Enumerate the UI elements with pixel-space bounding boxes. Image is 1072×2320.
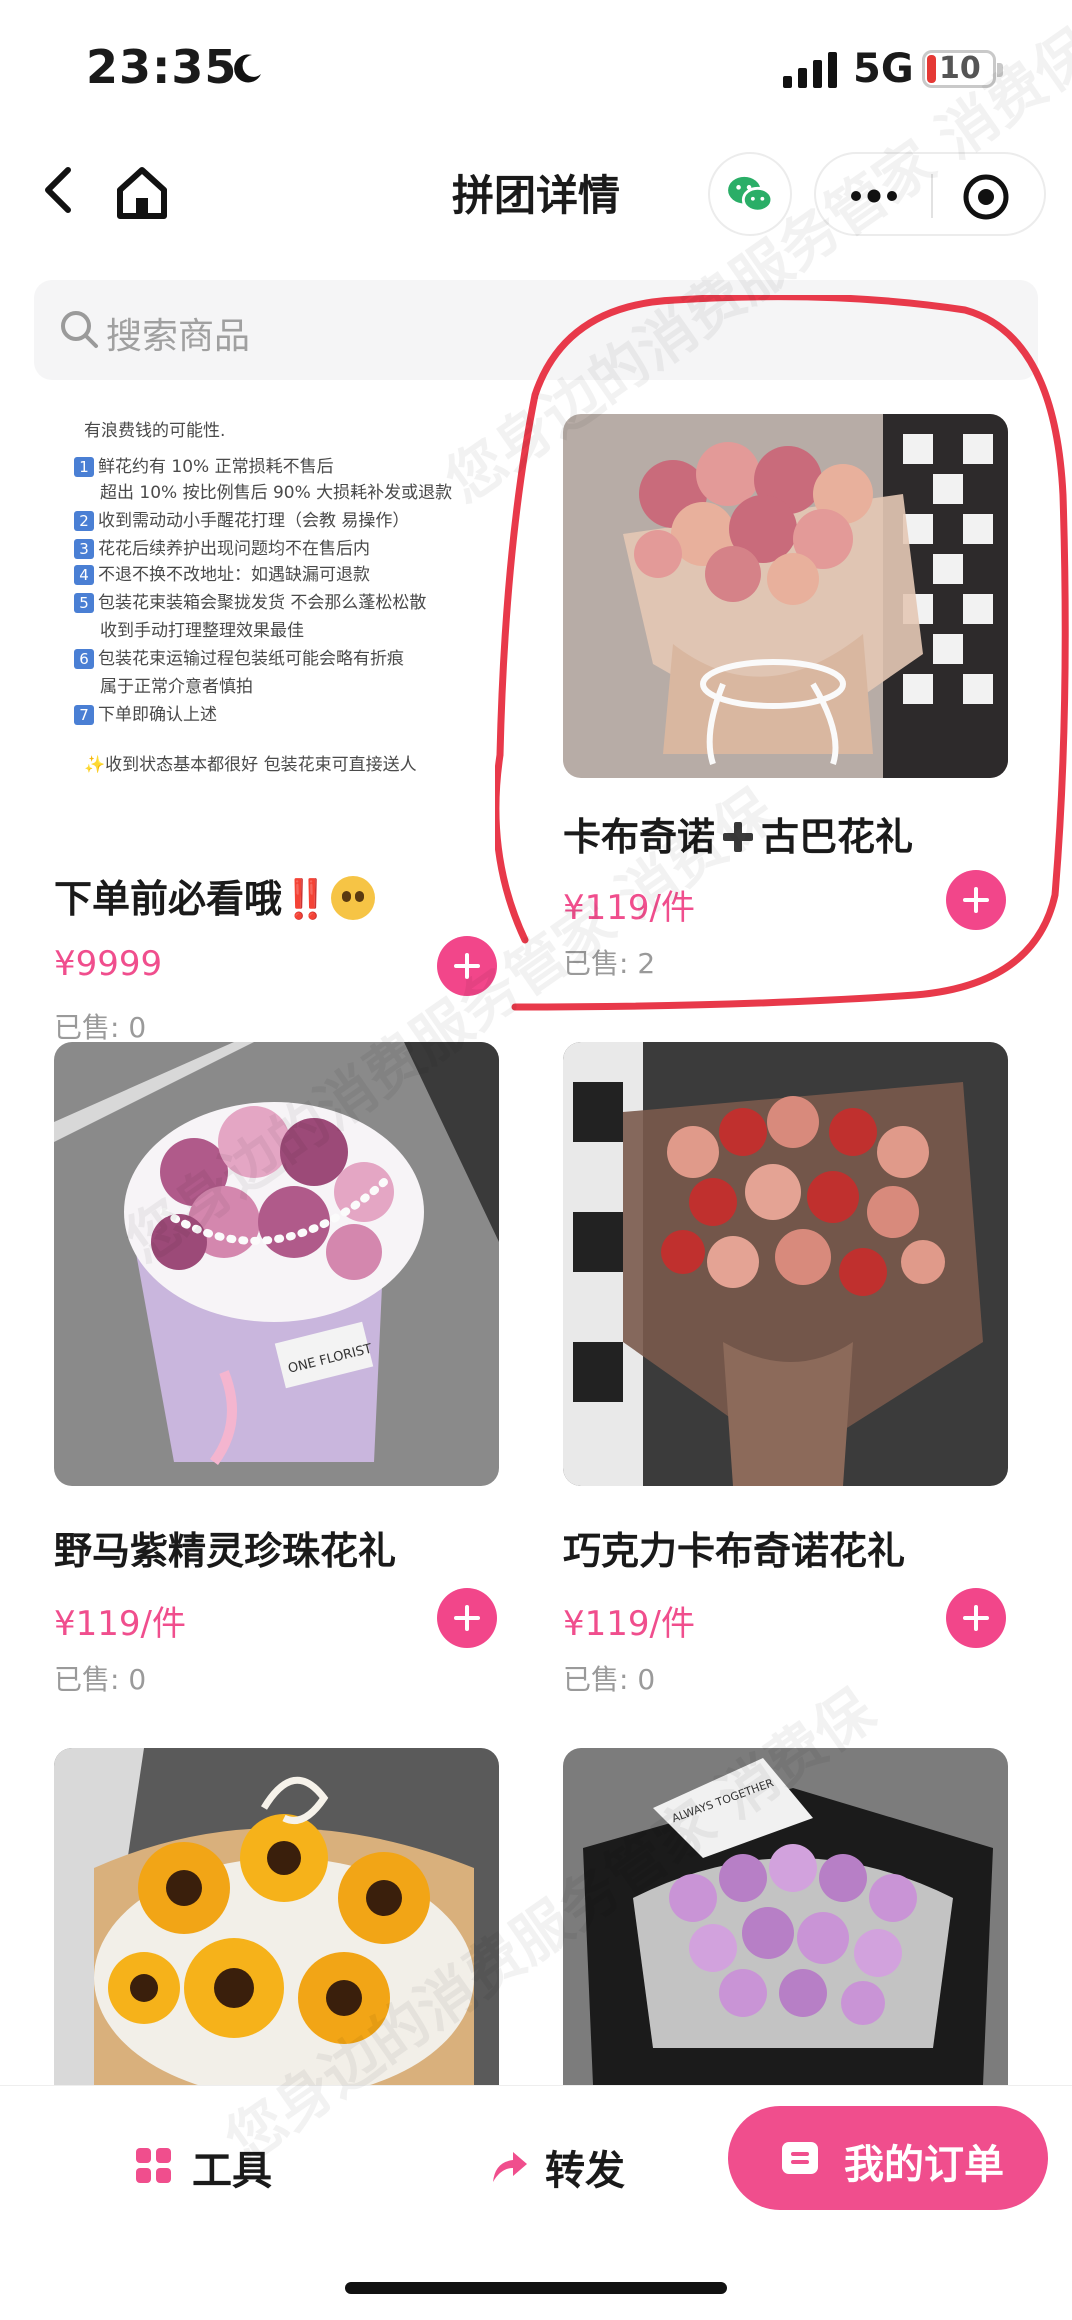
pleading-face-emoji [331, 876, 376, 920]
double-exclamation-emoji: ‼️ [282, 877, 329, 921]
product-image [54, 1748, 499, 2085]
keycap-number-emoji: 6 [74, 649, 94, 669]
add-to-cart-button[interactable] [946, 870, 1006, 930]
sold-count: 已售: 0 [54, 1011, 147, 1044]
notice-line: 1 鲜花约有 10% 正常损耗不售后 [74, 452, 334, 477]
product-image: ONE FLORIST [54, 1042, 499, 1486]
product-image [563, 414, 1008, 778]
share-arrow-icon [493, 2152, 527, 2182]
keycap-number-emoji: 1 [74, 457, 94, 477]
notice-line: 属于正常介意者慎拍 [100, 677, 253, 697]
signal-icon [783, 52, 837, 88]
search-icon [61, 311, 98, 348]
moon-icon [234, 54, 261, 83]
product-name: 巧克力卡布奇诺花礼 [563, 1529, 906, 1573]
notice-image: 有浪费钱的可能性. 1 鲜花约有 10% 正常损耗不售后超出 10% 按比例售后 … [54, 390, 499, 790]
notice-line: 3 花花后续养护出现问题均不在售后内 [74, 534, 370, 559]
product-card[interactable]: ONE FLORIST 野马紫精灵珍珠花礼 ¥119/件 已售: 0 [54, 1042, 499, 1702]
more-icon[interactable] [844, 176, 904, 216]
keycap-number-emoji: 7 [74, 705, 94, 725]
notice-line: 6 包装花束运输过程包装纸可能会略有折痕 [74, 644, 404, 669]
product-card[interactable] [54, 1748, 499, 2085]
product-name: 卡布奇诺 古巴花礼 [563, 815, 914, 859]
add-to-cart-button[interactable] [946, 1588, 1006, 1648]
product-image: ALWAYS TOGETHER [563, 1748, 1008, 2085]
keycap-number-emoji: 4 [74, 565, 94, 585]
keycap-number-emoji: 3 [74, 539, 94, 559]
notice-footer: ✨收到状态基本都很好 包装花束可直接送人 [84, 755, 417, 775]
notice-line: 收到手动打理整理效果最佳 [100, 621, 304, 641]
notice-line: 5 包装花束装箱会聚拢发货 不会那么蓬松松散 [74, 588, 426, 613]
status-bar: 23:35 5G 10 [0, 0, 1072, 140]
product-card[interactable]: ALWAYS TOGETHER [563, 1748, 1008, 2085]
notice-line: 4 不退不换不改地址：如遇缺漏可退款 [74, 560, 370, 585]
battery-icon: 10 [922, 50, 1003, 88]
product-price: ¥119/件 [563, 1604, 695, 1644]
home-indicator[interactable] [345, 2282, 727, 2294]
share-label: 转发 [545, 2148, 625, 2194]
search-placeholder: 搜索商品 [106, 316, 251, 357]
mini-program-capsule [814, 152, 1046, 236]
product-card[interactable]: 巧克力卡布奇诺花礼 ¥119/件 已售: 0 [563, 1042, 1008, 1702]
tools-label: 工具 [192, 2148, 272, 2194]
notice-line: 7 下单即确认上述 [74, 700, 217, 725]
sold-count: 已售: 0 [563, 1663, 656, 1696]
grid-icon [136, 2148, 171, 2183]
product-price: ¥119/件 [563, 888, 695, 928]
product-name: 下单前必看哦‼️ [54, 868, 376, 923]
network-type: 5G [853, 46, 914, 92]
add-to-cart-button[interactable] [437, 1588, 497, 1648]
product-card[interactable]: 有浪费钱的可能性. 1 鲜花约有 10% 正常损耗不售后超出 10% 按比例售后 … [54, 390, 499, 1050]
product-card[interactable]: 卡布奇诺 古巴花礼 ¥119/件 已售: 2 [563, 414, 1008, 1050]
notice-line: 2 收到需动动小手醒花打理（会教 易操作） [74, 506, 409, 531]
search-input[interactable]: 搜索商品 [34, 280, 1038, 380]
order-icon [782, 2142, 818, 2174]
my-orders-button[interactable]: 我的订单 [728, 2106, 1048, 2210]
wechat-share-button[interactable] [708, 152, 792, 236]
my-orders-label: 我的订单 [844, 2142, 1004, 2188]
product-image [563, 1042, 1008, 1486]
notice-intro: 有浪费钱的可能性. [84, 421, 226, 441]
plus-emoji [721, 820, 755, 854]
product-price: ¥119/件 [54, 1604, 186, 1644]
wechat-icon [728, 176, 774, 213]
product-price: ¥9999 [54, 944, 163, 984]
battery-level: 10 [939, 51, 981, 86]
sold-count: 已售: 2 [563, 947, 656, 980]
product-name: 野马紫精灵珍珠花礼 [54, 1529, 397, 1573]
sold-count: 已售: 0 [54, 1663, 147, 1696]
close-mini-program-icon[interactable] [961, 172, 1011, 222]
nav-bar: 拼团详情 [0, 140, 1072, 260]
notice-line: 超出 10% 按比例售后 90% 大损耗补发或退款 [100, 483, 453, 503]
keycap-number-emoji: 2 [74, 511, 94, 531]
status-time: 23:35 [86, 40, 238, 94]
add-to-cart-button[interactable] [437, 936, 497, 996]
keycap-number-emoji: 5 [74, 593, 94, 613]
